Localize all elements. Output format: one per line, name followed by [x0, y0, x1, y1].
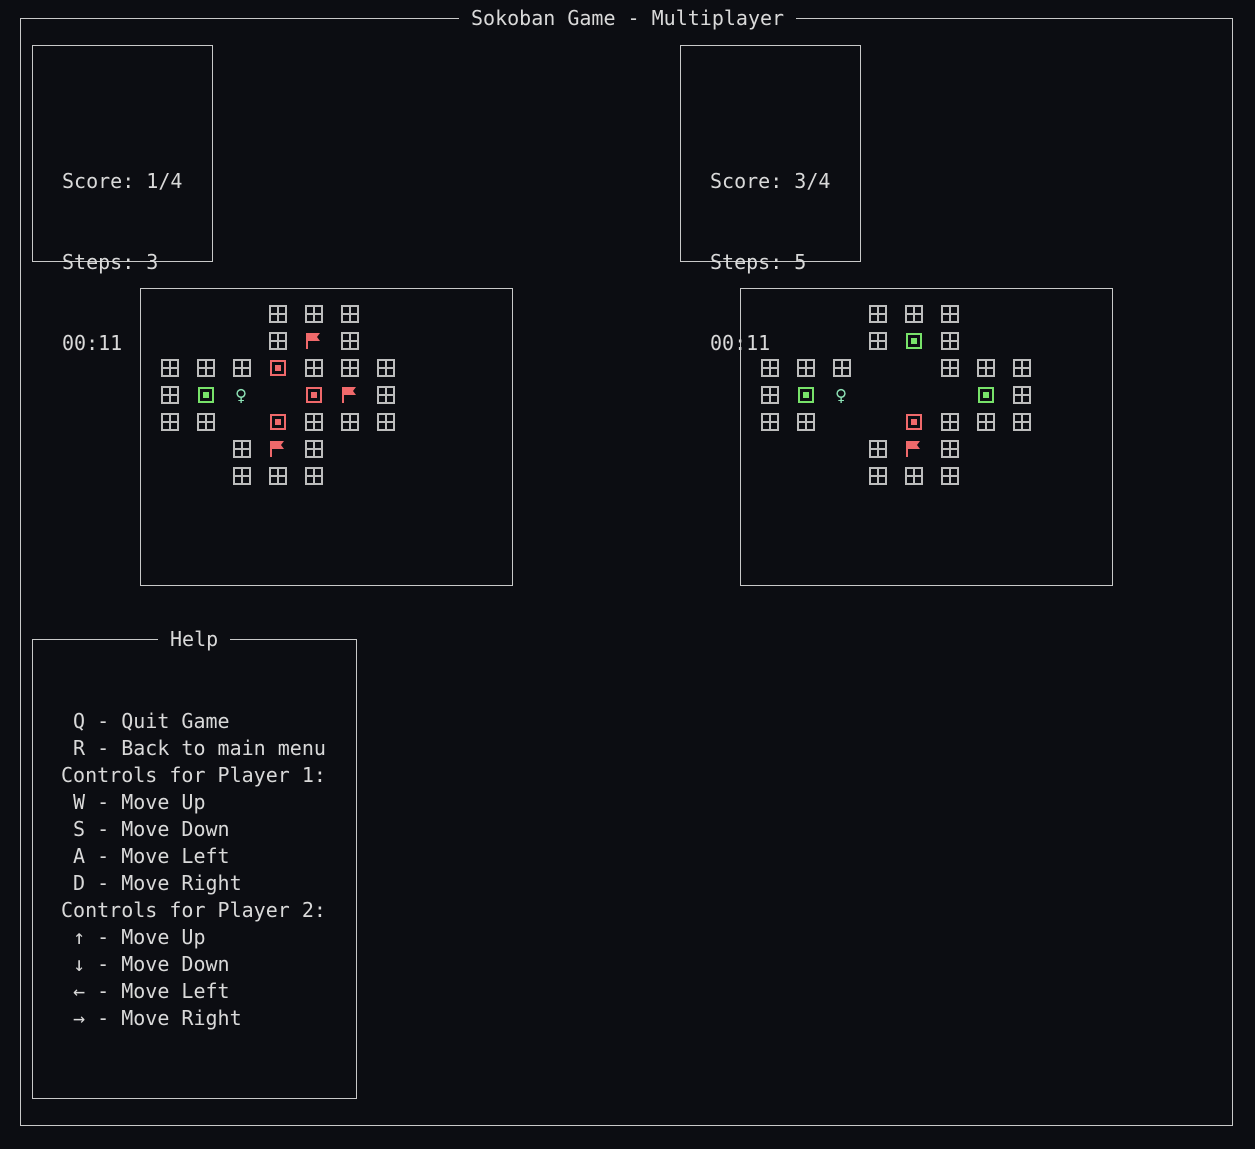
player2-wall-icon: [833, 359, 851, 377]
help-panel: Help Q - Quit Game R - Back to main menu…: [32, 628, 357, 1099]
player1-wall-icon: [161, 359, 179, 377]
help-line: A - Move Left: [61, 844, 230, 868]
player2-flag-icon: [905, 440, 921, 458]
player1-wall-icon: [377, 386, 395, 404]
player2-board-panel: ♀: [740, 288, 1113, 586]
help-line: Controls for Player 2:: [61, 898, 326, 922]
player1-wall-icon: [233, 467, 251, 485]
player1-box-icon: [306, 387, 322, 403]
help-line: → - Move Right: [61, 1006, 242, 1030]
player2-wall-icon: [869, 467, 887, 485]
player2-wall-icon: [1013, 386, 1031, 404]
player2-wall-icon: [761, 386, 779, 404]
player2-wall-icon: [905, 467, 923, 485]
help-line: D - Move Right: [61, 871, 242, 895]
player2-score: Score: 3/4: [710, 169, 831, 193]
player1-wall-icon: [305, 440, 323, 458]
player1-wall-icon: [341, 332, 359, 350]
player2-stats-panel: Score: 3/4 Steps: 5 00:11: [680, 45, 861, 355]
player1-wall-icon: [377, 359, 395, 377]
player2-wall-icon: [1013, 413, 1031, 431]
player1-board-panel: ♀: [140, 288, 513, 586]
player2-box-on-target-icon: [978, 387, 994, 403]
player2-wall-icon: [941, 413, 959, 431]
player1-wall-icon: [269, 332, 287, 350]
help-line: Controls for Player 1:: [61, 763, 326, 787]
player1-box-icon: [270, 414, 286, 430]
help-line: Q - Quit Game: [61, 709, 230, 733]
player2-wall-icon: [1013, 359, 1031, 377]
player2-wall-icon: [905, 305, 923, 323]
help-line: W - Move Up: [61, 790, 206, 814]
player2-wall-icon: [869, 305, 887, 323]
player2-board: ♀: [741, 289, 1112, 585]
player1-wall-icon: [197, 359, 215, 377]
player1-board: ♀: [141, 289, 512, 585]
player2-player-icon: ♀: [834, 383, 848, 407]
player1-box-on-target-icon: [198, 387, 214, 403]
player2-wall-icon: [869, 332, 887, 350]
player1-wall-icon: [341, 413, 359, 431]
help-line: R - Back to main menu: [61, 736, 326, 760]
help-line: ↑ - Move Up: [61, 925, 206, 949]
player2-wall-icon: [941, 332, 959, 350]
player2-wall-icon: [977, 413, 995, 431]
help-line: S - Move Down: [61, 817, 230, 841]
player1-wall-icon: [305, 467, 323, 485]
help-line: ↓ - Move Down: [61, 952, 230, 976]
player2-wall-icon: [797, 413, 815, 431]
window-title: Sokoban Game - Multiplayer: [459, 7, 797, 29]
player2-box-on-target-icon: [798, 387, 814, 403]
player1-wall-icon: [269, 467, 287, 485]
player1-wall-icon: [341, 305, 359, 323]
player1-wall-icon: [305, 359, 323, 377]
player1-wall-icon: [377, 413, 395, 431]
player2-wall-icon: [869, 440, 887, 458]
player1-wall-icon: [233, 440, 251, 458]
player1-wall-icon: [305, 413, 323, 431]
help-text: Q - Quit Game R - Back to main menu Contr…: [61, 708, 326, 1032]
player2-box-icon: [906, 414, 922, 430]
player1-wall-icon: [305, 305, 323, 323]
player1-player-icon: ♀: [234, 383, 248, 407]
player2-wall-icon: [941, 305, 959, 323]
player1-wall-icon: [233, 359, 251, 377]
player1-wall-icon: [161, 413, 179, 431]
player1-flag-icon: [341, 386, 357, 404]
player2-wall-icon: [761, 359, 779, 377]
help-line: ← - Move Left: [61, 979, 230, 1003]
player1-score: Score: 1/4: [62, 169, 183, 193]
player2-wall-icon: [941, 359, 959, 377]
player2-wall-icon: [761, 413, 779, 431]
player1-wall-icon: [341, 359, 359, 377]
player2-wall-icon: [941, 440, 959, 458]
help-title: Help: [158, 628, 231, 650]
player1-wall-icon: [161, 386, 179, 404]
player2-steps: Steps: 5: [710, 250, 807, 274]
player1-flag-icon: [269, 440, 285, 458]
player1-stats-panel: Score: 1/4 Steps: 3 00:11: [32, 45, 213, 355]
player1-wall-icon: [197, 413, 215, 431]
player2-box-on-target-icon: [906, 333, 922, 349]
player2-wall-icon: [977, 359, 995, 377]
player1-box-icon: [270, 360, 286, 376]
player2-wall-icon: [941, 467, 959, 485]
player1-steps: Steps: 3: [62, 250, 159, 274]
player1-flag-icon: [305, 332, 321, 350]
player1-wall-icon: [269, 305, 287, 323]
player2-wall-icon: [797, 359, 815, 377]
